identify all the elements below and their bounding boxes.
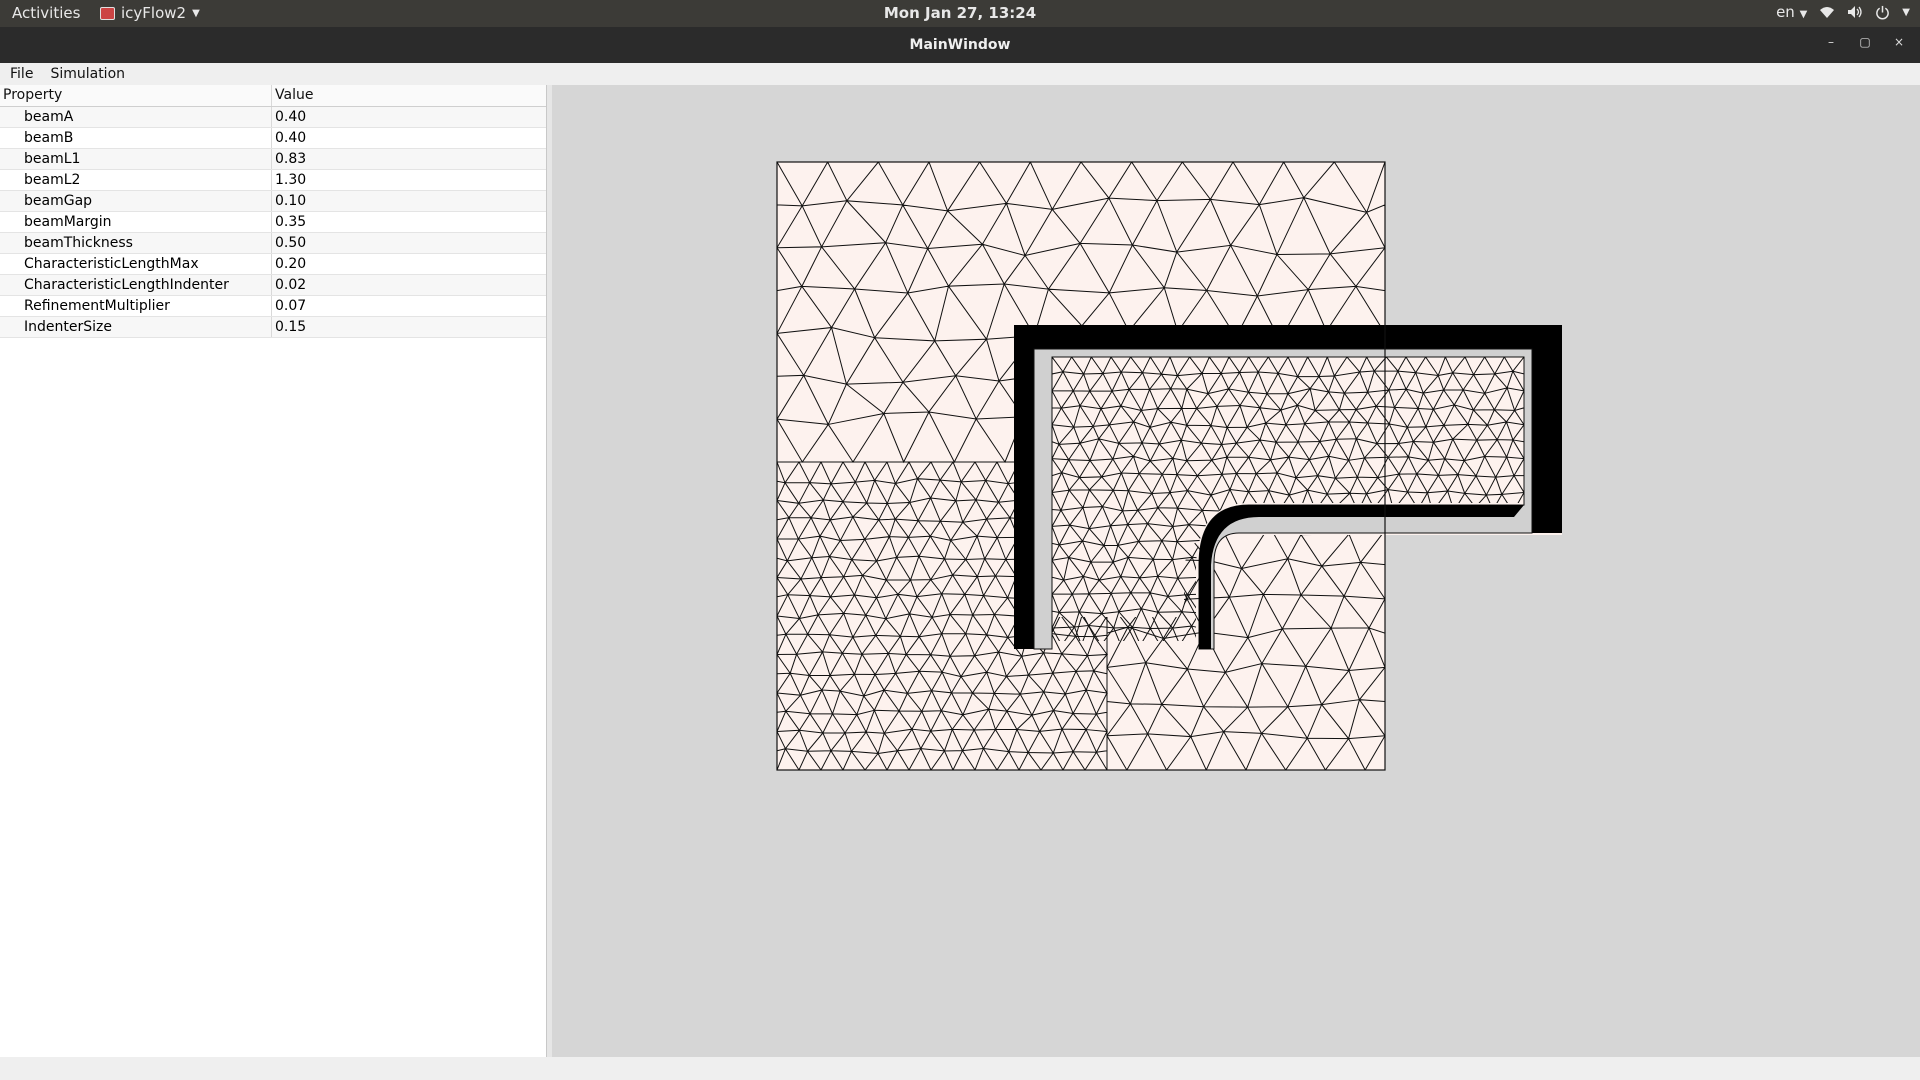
- property-name: IndenterSize: [0, 317, 272, 337]
- header-property[interactable]: Property: [0, 85, 272, 106]
- wifi-icon: [1820, 7, 1835, 18]
- property-rows: beamA 0.40 beamB 0.40 beamL1 0.83 beamL2 1.30 be…: [0, 107, 546, 338]
- property-value[interactable]: 0.15: [272, 317, 546, 337]
- minimize-button[interactable]: –: [1824, 35, 1838, 49]
- menu-file[interactable]: File: [0, 66, 40, 82]
- table-row[interactable]: beamL2 1.30: [0, 170, 546, 191]
- property-value[interactable]: 0.10: [272, 191, 546, 211]
- window-title: MainWindow: [909, 37, 1011, 53]
- table-row[interactable]: IndenterSize 0.15: [0, 317, 546, 338]
- power-icon: [1876, 5, 1890, 19]
- property-value[interactable]: 0.35: [272, 212, 546, 232]
- status-bar: [0, 1057, 1920, 1080]
- menu-bar: File Simulation: [0, 63, 1920, 85]
- property-name: beamL2: [0, 170, 272, 190]
- table-header: Property Value: [0, 85, 546, 107]
- close-button[interactable]: ×: [1892, 35, 1906, 49]
- table-row[interactable]: beamMargin 0.35: [0, 212, 546, 233]
- volume-icon: [1848, 6, 1862, 18]
- table-row[interactable]: RefinementMultiplier 0.07: [0, 296, 546, 317]
- property-name: CharacteristicLengthIndenter: [0, 275, 272, 295]
- maximize-button[interactable]: ▢: [1858, 35, 1872, 49]
- property-value[interactable]: 1.30: [272, 170, 546, 190]
- property-value[interactable]: 0.40: [272, 107, 546, 127]
- property-value[interactable]: 0.50: [272, 233, 546, 253]
- table-row[interactable]: beamGap 0.10: [0, 191, 546, 212]
- table-row[interactable]: beamA 0.40: [0, 107, 546, 128]
- property-value[interactable]: 0.07: [272, 296, 546, 316]
- table-row[interactable]: CharacteristicLengthIndenter 0.02: [0, 275, 546, 296]
- system-top-bar: Activities icyFlow2 ▼ Mon Jan 27, 13:24 …: [0, 0, 1920, 27]
- property-name: beamL1: [0, 149, 272, 169]
- property-name: beamMargin: [0, 212, 272, 232]
- property-name: RefinementMultiplier: [0, 296, 272, 316]
- property-name: beamB: [0, 128, 272, 148]
- property-name: beamGap: [0, 191, 272, 211]
- property-name: beamThickness: [0, 233, 272, 253]
- property-table[interactable]: Property Value beamA 0.40 beamB 0.40 beamL1 0…: [0, 85, 547, 1057]
- window-title-bar[interactable]: MainWindow – ▢ ×: [0, 27, 1920, 63]
- menu-simulation[interactable]: Simulation: [40, 66, 132, 82]
- property-value[interactable]: 0.02: [272, 275, 546, 295]
- table-row[interactable]: beamThickness 0.50: [0, 233, 546, 254]
- language-indicator[interactable]: en ▼: [1776, 3, 1807, 21]
- property-value[interactable]: 0.20: [272, 254, 546, 274]
- property-name: beamA: [0, 107, 272, 127]
- header-value[interactable]: Value: [272, 85, 546, 106]
- table-row[interactable]: beamL1 0.83: [0, 149, 546, 170]
- clock[interactable]: Mon Jan 27, 13:24: [0, 4, 1920, 22]
- table-row[interactable]: beamB 0.40: [0, 128, 546, 149]
- property-value[interactable]: 0.83: [272, 149, 546, 169]
- chevron-down-icon: ▼: [1799, 9, 1808, 20]
- chevron-down-icon: ▼: [1902, 6, 1910, 18]
- property-value[interactable]: 0.40: [272, 128, 546, 148]
- language-label: en: [1776, 3, 1795, 21]
- property-name: CharacteristicLengthMax: [0, 254, 272, 274]
- mesh-canvas[interactable]: [552, 85, 1920, 1057]
- mesh-view[interactable]: [552, 85, 1920, 1057]
- table-row[interactable]: CharacteristicLengthMax 0.20: [0, 254, 546, 275]
- system-tray[interactable]: en ▼ ▼: [1776, 3, 1910, 21]
